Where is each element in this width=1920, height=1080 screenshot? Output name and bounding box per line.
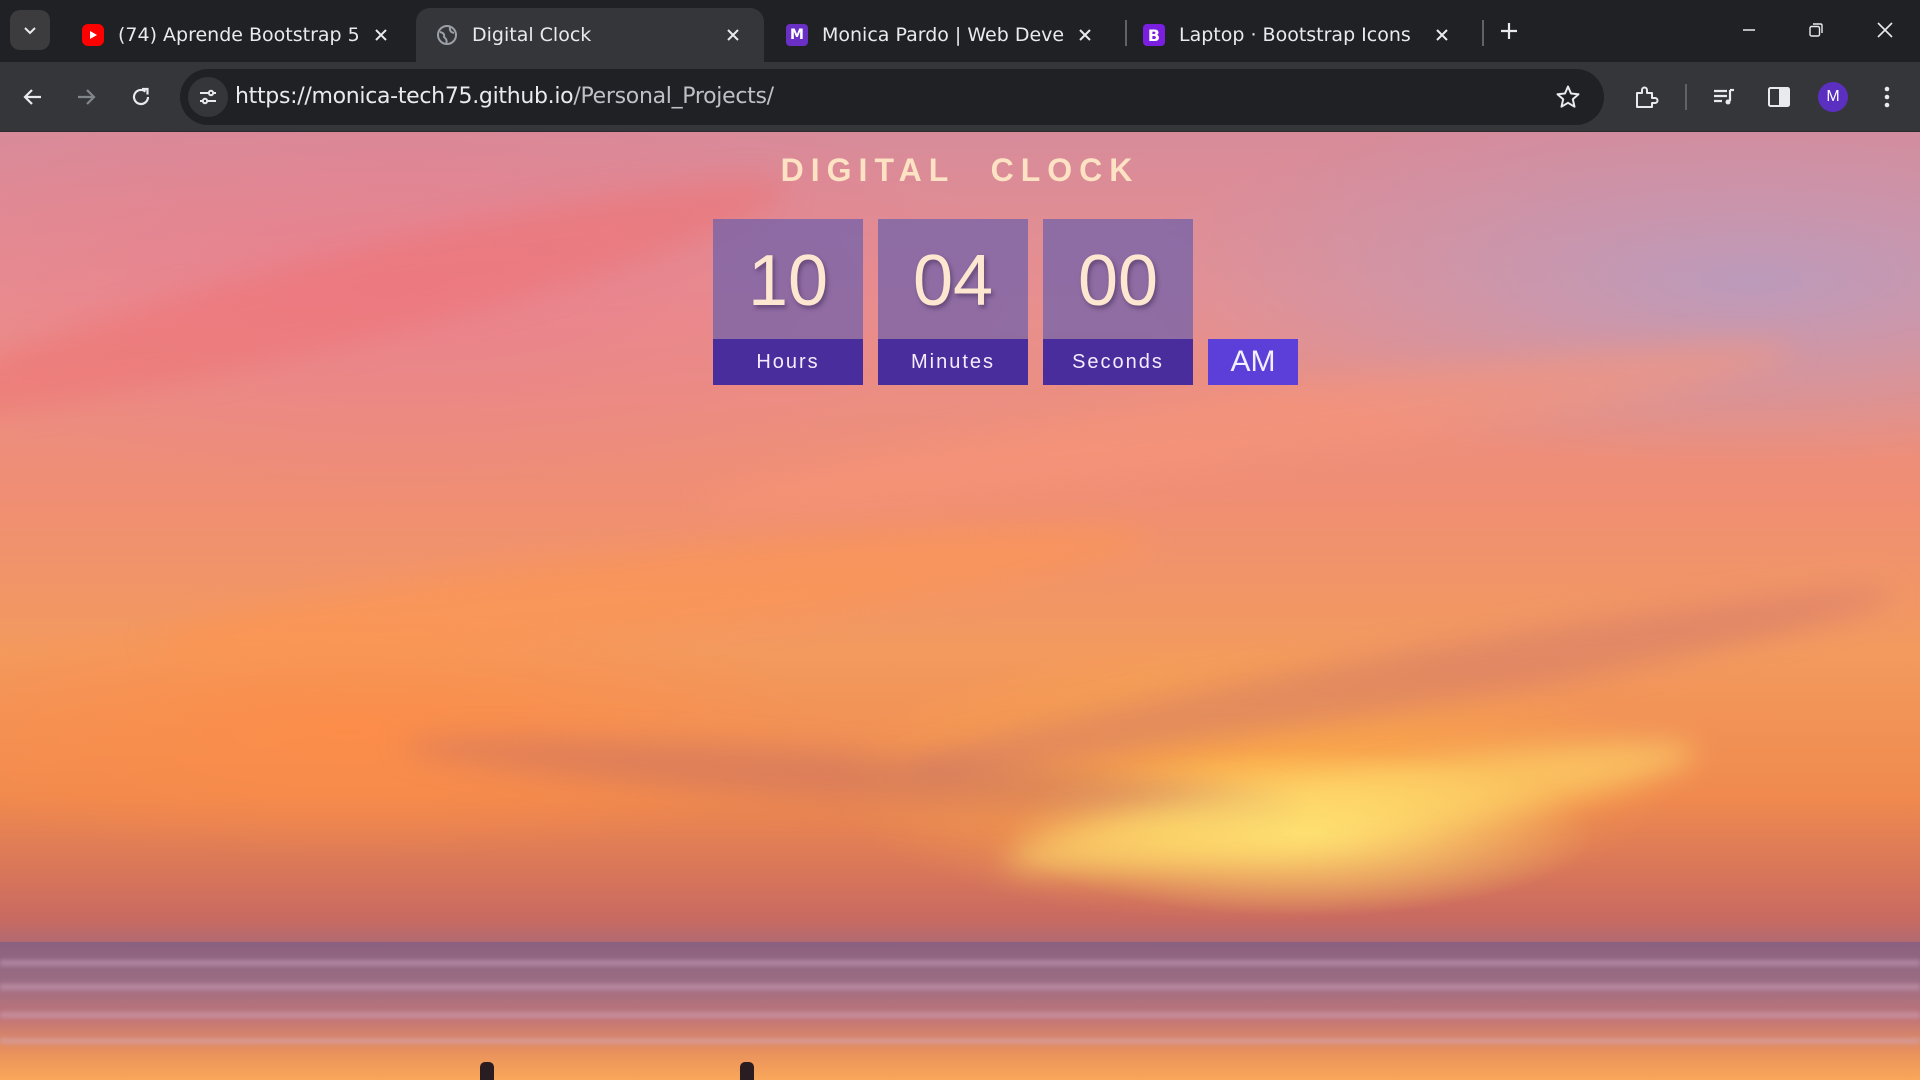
tab-monica-pardo[interactable]: M Monica Pardo | Web Developme — [766, 8, 1116, 62]
star-icon — [1556, 85, 1580, 108]
more-vert-icon — [1884, 86, 1890, 108]
site-info-button[interactable] — [188, 77, 228, 117]
bookmark-star-button[interactable] — [1554, 83, 1582, 111]
page-title: DIGITAL CLOCK — [780, 152, 1140, 188]
tab-strip: (74) Aprende Bootstrap 5 - Curs Digital … — [0, 0, 1920, 62]
extensions-button[interactable] — [1630, 81, 1662, 113]
minimize-button[interactable] — [1726, 12, 1772, 48]
new-tab-button[interactable] — [1494, 16, 1524, 46]
close-icon[interactable] — [1074, 24, 1096, 46]
cloud-streak — [148, 499, 1152, 685]
menu-button[interactable] — [1871, 81, 1903, 113]
plus-icon — [1501, 23, 1517, 39]
page-viewport: DIGITAL CLOCK 10 Hours 04 Minutes 00 Sec… — [0, 132, 1920, 1080]
seconds-label: Seconds — [1043, 339, 1193, 385]
queue-music-icon — [1714, 88, 1734, 105]
url-text[interactable]: https://monica-tech75.github.io/Personal… — [235, 69, 774, 125]
tab-youtube[interactable]: (74) Aprende Bootstrap 5 - Curs — [62, 8, 412, 62]
tab-digital-clock[interactable]: Digital Clock — [416, 8, 764, 62]
tab-bootstrap-icons[interactable]: B Laptop · Bootstrap Icons — [1123, 8, 1473, 62]
globe-icon — [436, 24, 458, 46]
wave-line — [0, 1038, 1920, 1044]
close-icon — [1877, 22, 1893, 38]
toolbar-separator — [1685, 84, 1687, 110]
back-button[interactable] — [13, 77, 53, 117]
wave-line — [0, 1012, 1920, 1018]
tab-title: Monica Pardo | Web Developme — [822, 24, 1064, 46]
close-window-button[interactable] — [1862, 12, 1908, 48]
tab-separator — [1482, 20, 1484, 46]
hours-box: 10 Hours — [713, 219, 863, 385]
pier-post — [480, 1062, 494, 1080]
tune-icon — [200, 89, 216, 105]
restore-button[interactable] — [1793, 12, 1839, 48]
tab-title: (74) Aprende Bootstrap 5 - Curs — [118, 24, 360, 46]
reload-button[interactable] — [121, 77, 161, 117]
browser-toolbar: https://monica-tech75.github.io/Personal… — [0, 62, 1920, 132]
url-host: https://monica-tech75.github.io — [235, 84, 574, 109]
seconds-value: 00 — [1043, 219, 1193, 339]
profile-avatar[interactable]: M — [1818, 82, 1848, 112]
close-icon[interactable] — [722, 24, 744, 46]
minimize-icon — [1743, 29, 1755, 31]
wave-line — [0, 984, 1920, 990]
media-controls-button[interactable] — [1708, 81, 1740, 113]
hours-value: 10 — [713, 219, 863, 339]
minutes-label: Minutes — [878, 339, 1028, 385]
tab-search-button[interactable] — [10, 10, 50, 50]
pier-post — [740, 1062, 754, 1080]
puzzle-icon — [1636, 86, 1659, 108]
reload-icon — [132, 87, 150, 106]
am-pm-indicator: AM — [1208, 339, 1298, 385]
cloud-streak — [0, 144, 798, 450]
side-panel-icon — [1768, 87, 1790, 107]
seconds-box: 00 Seconds — [1043, 219, 1193, 385]
forward-button[interactable] — [66, 77, 106, 117]
restore-icon — [1809, 23, 1823, 37]
wave-line — [0, 960, 1920, 966]
close-icon[interactable] — [370, 24, 392, 46]
tab-title: Laptop · Bootstrap Icons — [1179, 24, 1411, 46]
m-logo-icon: M — [786, 24, 808, 46]
close-icon[interactable] — [1431, 24, 1453, 46]
minutes-box: 04 Minutes — [878, 219, 1028, 385]
minutes-value: 04 — [878, 219, 1028, 339]
arrow-left-icon — [23, 89, 41, 105]
hours-label: Hours — [713, 339, 863, 385]
tab-title: Digital Clock — [472, 24, 592, 46]
bootstrap-icon: B — [1143, 24, 1165, 46]
address-bar[interactable]: https://monica-tech75.github.io/Personal… — [180, 69, 1604, 125]
url-path: /Personal_Projects/ — [573, 84, 774, 109]
arrow-right-icon — [78, 89, 96, 105]
side-panel-button[interactable] — [1763, 81, 1795, 113]
ocean — [0, 942, 1920, 1080]
youtube-icon — [82, 24, 104, 46]
chevron-down-icon — [24, 27, 36, 35]
